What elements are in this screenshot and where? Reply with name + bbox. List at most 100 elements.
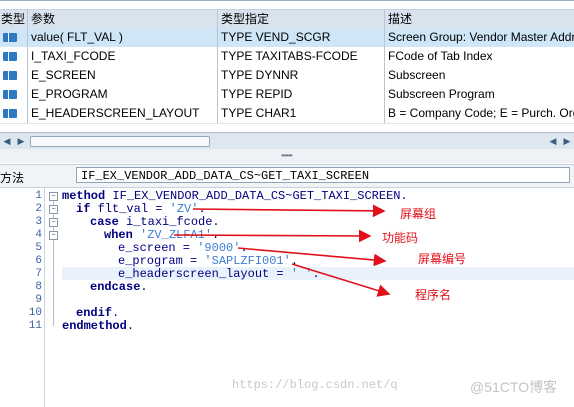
code-line: if flt_val = 'ZV'. [76, 202, 206, 216]
code-line: when 'ZV_ZLFA1'. [104, 228, 219, 242]
param-type: TYPE VEND_SCGR [218, 28, 385, 47]
param-name: I_TAXI_FCODE [28, 47, 218, 66]
scrollbar-thumb[interactable] [30, 136, 210, 147]
code-text: . [112, 306, 120, 320]
col-header-parameter[interactable]: 参数 [28, 10, 218, 29]
code-line: endmethod. [62, 319, 134, 333]
code-text: . [312, 267, 320, 281]
annotation-arrow [192, 204, 386, 218]
code-keyword: endmethod [62, 319, 127, 333]
line-number: 4 [35, 229, 42, 241]
param-type: TYPE CHAR1 [218, 104, 385, 123]
scroll-left-icon[interactable]: ◀ [0, 133, 14, 149]
code-line: e_program = 'SAPLZFI001'. [118, 254, 298, 268]
line-number: 11 [28, 320, 42, 332]
code-text: . [140, 280, 148, 294]
code-keyword: method [62, 189, 106, 203]
import-param-icon [0, 47, 28, 66]
code-string: '9000' [197, 241, 241, 255]
import-param-icon [0, 28, 28, 47]
code-text: . [240, 241, 248, 255]
code-text: i_taxi_fcode. [118, 215, 220, 229]
table-row[interactable]: E_HEADERSCREEN_LAYOUT TYPE CHAR1 B = Com… [0, 104, 574, 124]
param-name: value( FLT_VAL ) [28, 28, 218, 47]
watermark-url: https://blog.csdn.net/q [232, 378, 398, 392]
line-number: 2 [35, 203, 42, 215]
code-keyword: endcase [90, 280, 141, 294]
code-text: . [212, 228, 220, 242]
watermark-logo: @51CTO博客 [470, 379, 558, 395]
table-row[interactable]: value( FLT_VAL ) TYPE VEND_SCGR Screen G… [0, 28, 574, 48]
line-number: 3 [35, 216, 42, 228]
param-description: Subscreen [388, 68, 446, 82]
col-header-kind[interactable]: 类型 [0, 10, 28, 29]
code-string: 'ZV' [169, 202, 199, 216]
code-string: 'SAPLZFI001' [204, 254, 291, 268]
code-text: flt_val = [90, 202, 170, 216]
code-text: . [198, 202, 206, 216]
parameters-grid: 类型 参数 类型指定 描述 value( FLT_VAL ) TYPE VEND… [0, 0, 574, 124]
pane-splitter[interactable]: •••••• [0, 149, 574, 163]
code-keyword: when [104, 228, 133, 242]
code-text: . [126, 319, 135, 333]
horizontal-scrollbar[interactable]: ◀ ▶ ◀ ▶ [0, 132, 574, 150]
fold-when-icon[interactable]: − [49, 231, 58, 240]
code-keyword: if [76, 202, 91, 216]
table-row[interactable]: E_PROGRAM TYPE REPID Subscreen Program [0, 85, 574, 105]
col-header-description[interactable]: 描述 [385, 10, 574, 29]
fold-method-icon[interactable]: − [49, 192, 58, 201]
param-name: E_PROGRAM [28, 85, 218, 104]
param-name: E_SCREEN [28, 66, 218, 85]
line-number: 5 [35, 242, 42, 254]
annotation-label: 屏幕组 [400, 207, 437, 221]
annotation-overlay [173, 204, 391, 297]
code-text: IF_EX_VENDOR_ADD_DATA_CS~GET_TAXI_SCREEN… [105, 189, 408, 203]
scroll-page-right-icon[interactable]: ▶ [560, 133, 574, 149]
param-description: Screen Group: Vendor Master Address [388, 30, 574, 44]
param-type: TYPE DYNNR [218, 66, 385, 85]
code-text: e_headerscreen_layout = [118, 267, 291, 281]
code-string: 'ZV_ZLFA1' [140, 228, 213, 242]
export-param-icon [0, 104, 28, 123]
param-description: FCode of Tab Index [388, 49, 493, 63]
line-number-gutter: 1 2 3 4 5 6 7 8 9 10 11 [0, 188, 45, 407]
code-line: method IF_EX_VENDOR_ADD_DATA_CS~GET_TAXI… [62, 189, 408, 203]
code-line: e_headerscreen_layout = ' '. [118, 267, 320, 281]
export-param-icon [0, 85, 28, 104]
splitter-grip-icon[interactable]: •••••• [281, 151, 293, 160]
code-text: e_screen = [118, 241, 198, 255]
fold-case-icon[interactable]: − [49, 218, 58, 227]
line-number: 1 [35, 190, 42, 202]
line-number: 7 [35, 268, 42, 280]
scroll-page-left-icon[interactable]: ◀ [546, 133, 560, 149]
method-label: 方法 [0, 171, 25, 185]
param-description: B = Company Code; E = Purch. Org [388, 106, 574, 120]
table-row[interactable]: E_SCREEN TYPE DYNNR Subscreen [0, 66, 574, 86]
line-number: 8 [35, 281, 42, 293]
fold-if-icon[interactable]: − [49, 205, 58, 214]
method-name-field[interactable]: IF_EX_VENDOR_ADD_DATA_CS~GET_TAXI_SCREEN [76, 167, 570, 183]
annotation-label: 程序名 [415, 288, 452, 302]
annotation-label: 屏幕编号 [418, 252, 467, 266]
code-line: endcase. [90, 280, 148, 294]
line-number: 10 [28, 307, 42, 319]
table-row[interactable]: I_TAXI_FCODE TYPE TAXITABS-FCODE FCode o… [0, 47, 574, 67]
code-editor[interactable]: 1 2 3 4 5 6 7 8 9 10 11 − − − − method I… [0, 188, 574, 407]
code-keyword: case [90, 215, 119, 229]
param-name: E_HEADERSCREEN_LAYOUT [28, 104, 218, 123]
code-line: e_screen = '9000'. [118, 241, 248, 255]
method-bar: 方法 IF_EX_VENDOR_ADD_DATA_CS~GET_TAXI_SCR… [0, 164, 574, 188]
code-string: ' ' [290, 267, 313, 281]
code-text: e_program = [118, 254, 205, 268]
col-header-typing[interactable]: 类型指定 [218, 10, 385, 29]
code-text: . [290, 254, 299, 268]
param-description: Subscreen Program [388, 87, 495, 101]
code-line: case i_taxi_fcode. [90, 215, 220, 229]
grid-header: 类型 参数 类型指定 描述 [0, 9, 574, 30]
export-param-icon [0, 66, 28, 85]
line-number: 6 [35, 255, 42, 267]
line-number: 9 [35, 294, 42, 306]
code-keyword: endif [76, 306, 113, 320]
scroll-right-icon[interactable]: ▶ [14, 133, 28, 149]
